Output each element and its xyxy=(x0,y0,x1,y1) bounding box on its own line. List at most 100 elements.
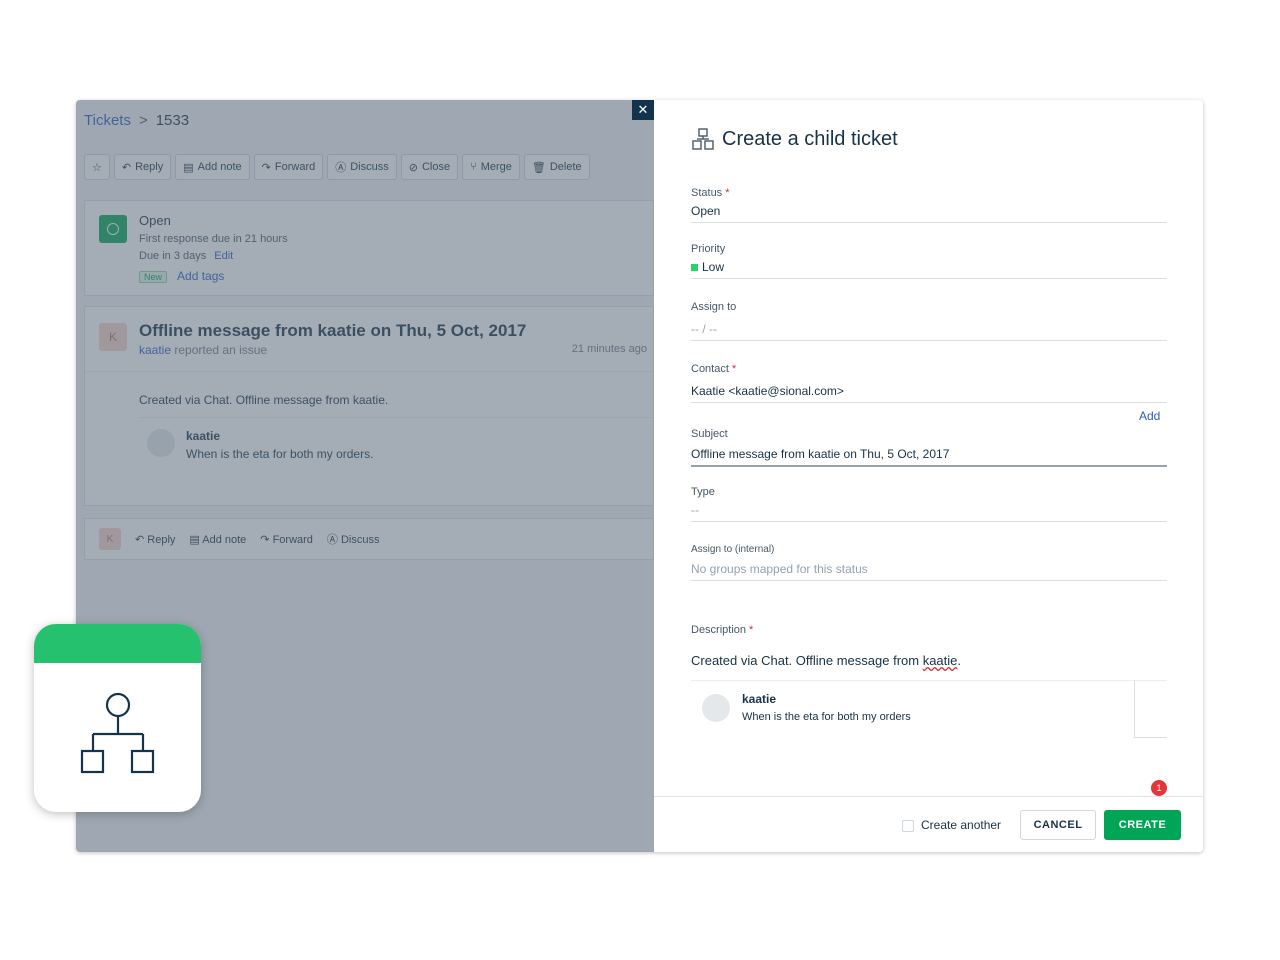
app-window: Tickets >1533 ☆ ↶ Reply ▤ Add note ↷ Forward… xyxy=(76,100,1203,852)
reply-bar-add-note-button[interactable]: ▤ Add note xyxy=(189,533,246,546)
app-icon-header xyxy=(34,624,201,663)
forward-icon: ↷ xyxy=(260,533,273,546)
reported-text: reported an issue xyxy=(174,343,268,357)
breadcrumb: Tickets >1533 xyxy=(84,112,189,129)
subject-label: Subject xyxy=(691,428,728,440)
priority-select[interactable]: Low xyxy=(691,260,1167,279)
quote-text: When is the eta for both my orders. xyxy=(186,447,374,461)
app-icon-card xyxy=(34,624,201,812)
description-quote-author: kaatie xyxy=(742,692,777,706)
star-button[interactable]: ☆ xyxy=(84,154,110,180)
cancel-button[interactable]: CANCEL xyxy=(1020,810,1096,840)
reply-bar-reply-button[interactable]: ↶ Reply xyxy=(135,533,175,546)
reply-bar-discuss-button[interactable]: Ⓐ Discuss xyxy=(327,531,380,547)
priority-value: Low xyxy=(702,260,725,274)
contact-field[interactable]: Contact * Kaatie <kaatie@sional.com> xyxy=(691,363,1167,403)
assign-to-label: Assign to xyxy=(691,301,737,313)
status-open-icon xyxy=(99,215,127,243)
add-tags-link[interactable]: Add tags xyxy=(177,269,224,283)
due-date: Due in 3 days xyxy=(139,250,207,262)
divider xyxy=(1134,737,1167,738)
assign-to-field[interactable]: Assign to -- / -- xyxy=(691,301,1167,341)
conversation-timestamp: 21 minutes ago xyxy=(571,343,647,355)
note-icon: ▤ xyxy=(183,161,194,174)
contact-input[interactable]: Kaatie <kaatie@sional.com> xyxy=(691,384,1167,403)
first-response-due: First response due in 21 hours xyxy=(139,233,288,245)
discuss-icon: Ⓐ xyxy=(335,162,347,174)
ticket-toolbar: ☆ ↶ Reply ▤ Add note ↷ Forward Ⓐ Discuss ⊘ Cl… xyxy=(84,154,590,180)
description-quote-text: When is the eta for both my orders xyxy=(742,711,911,723)
reply-icon: ↶ xyxy=(135,533,148,546)
note-icon: ▤ xyxy=(189,533,203,546)
discuss-label: Discuss xyxy=(340,534,380,546)
check-circle-icon: ⊘ xyxy=(408,161,418,174)
description-text: Created via Chat. Offline message from xyxy=(691,653,923,668)
contact-label: Contact * xyxy=(691,363,737,375)
create-another-label[interactable]: Create another xyxy=(921,818,1001,832)
reply-bar-forward-button[interactable]: ↷ Forward xyxy=(260,533,313,546)
status-badge: New xyxy=(139,271,168,283)
add-note-button[interactable]: ▤ Add note xyxy=(175,154,250,180)
reporter-link[interactable]: kaatie xyxy=(139,343,171,357)
reply-button[interactable]: ↶ Reply xyxy=(113,154,172,180)
type-select[interactable]: -- xyxy=(691,503,1167,522)
forward-icon: ↷ xyxy=(261,161,271,174)
assign-to-select[interactable]: -- / -- xyxy=(691,322,1167,341)
type-field[interactable]: Type -- xyxy=(691,486,1167,522)
priority-label: Priority xyxy=(691,243,726,255)
quote-avatar xyxy=(147,429,175,457)
assign-internal-label: Assign to (internal) xyxy=(691,544,775,555)
assign-internal-field[interactable]: Assign to (internal) No groups mapped fo… xyxy=(691,544,1167,581)
ticket-status: Open xyxy=(139,213,171,228)
conversation-title: Offline message from kaatie on Thu, 5 Oc… xyxy=(139,321,527,340)
close-button[interactable]: ⊘ Close xyxy=(400,154,459,180)
add-contact-link[interactable]: Add xyxy=(1139,409,1160,423)
reply-label: Reply xyxy=(147,533,176,546)
quote-author: kaatie xyxy=(186,429,221,443)
forward-label: Forward xyxy=(274,161,316,173)
discuss-label: Discuss xyxy=(350,161,389,173)
discuss-button[interactable]: Ⓐ Discuss xyxy=(327,154,397,180)
subject-input[interactable]: Offline message from kaatie on Thu, 5 Oc… xyxy=(691,447,1167,467)
notification-badge[interactable]: 1 xyxy=(1151,780,1167,796)
priority-field[interactable]: Priority Low xyxy=(691,243,1167,279)
description-label-row: Description * xyxy=(691,624,1167,636)
divider xyxy=(691,680,1167,681)
description-misspelled-word: kaatie xyxy=(922,653,958,668)
breadcrumb-tickets-link[interactable]: Tickets xyxy=(84,112,131,129)
avatar: K xyxy=(99,323,127,351)
conversation-subtitle: kaatie reported an issue xyxy=(139,343,267,357)
conversation-card: K Offline message from kaatie on Thu, 5 … xyxy=(84,306,654,506)
divider xyxy=(85,371,654,372)
edit-due-link[interactable]: Edit xyxy=(214,250,233,262)
breadcrumb-separator: > xyxy=(138,112,148,129)
forward-button[interactable]: ↷ Forward xyxy=(253,154,324,180)
merge-button[interactable]: ⑂ Merge xyxy=(462,154,520,180)
status-select[interactable]: Open xyxy=(691,204,1167,223)
status-field[interactable]: Status * Open xyxy=(691,187,1167,223)
subject-field[interactable]: Subject Offline message from kaatie on T… xyxy=(691,428,1167,467)
merge-label: Merge xyxy=(480,161,512,173)
panel-footer: Create another CANCEL CREATE xyxy=(654,796,1203,852)
conversation-body: Created via Chat. Offline message from k… xyxy=(139,393,389,407)
type-label: Type xyxy=(691,486,715,498)
star-icon: ☆ xyxy=(92,161,102,174)
create-another-checkbox[interactable] xyxy=(902,820,914,832)
create-button[interactable]: CREATE xyxy=(1104,810,1181,840)
due-row: Due in 3 days Edit xyxy=(139,250,233,262)
add-note-label: Add note xyxy=(202,533,247,546)
reply-label: Reply xyxy=(135,161,164,173)
add-note-label: Add note xyxy=(197,161,242,173)
reply-icon: ↶ xyxy=(121,161,132,174)
description-label: Description * xyxy=(691,624,754,636)
close-panel-button[interactable]: ✕ xyxy=(632,100,654,120)
assign-internal-select[interactable]: No groups mapped for this status xyxy=(691,562,1167,581)
delete-button[interactable]: 🗑 Delete xyxy=(523,154,590,180)
priority-low-icon xyxy=(691,264,698,272)
delete-label: Delete xyxy=(549,161,582,173)
reply-bar: K ↶ Reply ▤ Add note ↷ Forward Ⓐ Discuss xyxy=(84,518,654,560)
child-ticket-icon xyxy=(692,128,714,150)
hierarchy-icon xyxy=(80,692,155,774)
discuss-icon: Ⓐ xyxy=(326,534,341,546)
description-editor[interactable]: Created via Chat. Offline message from k… xyxy=(691,653,961,668)
